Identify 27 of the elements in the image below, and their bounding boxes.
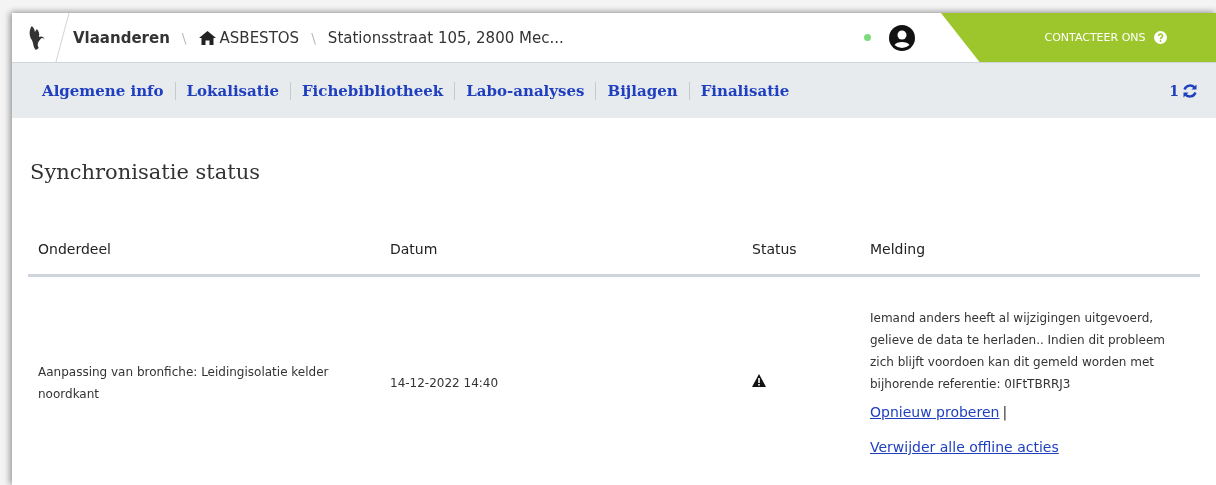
delete-offline-link[interactable]: Verwijder alle offline acties <box>870 439 1059 455</box>
column-header: Status <box>751 241 798 257</box>
table-cell-text: 14-12-2022 14:40 <box>389 375 500 392</box>
nav-tab[interactable]: Lokalisatie <box>174 81 290 100</box>
retry-link[interactable]: Opnieuw proberen <box>870 404 1000 420</box>
location-breadcrumb: Stationsstraat 105, 2800 Mec... <box>327 28 564 47</box>
nav-tab[interactable]: Bijlagen <box>595 81 689 100</box>
error-message: Iemand anders heeft al wijzigingen uitgevoerd, gelieve de data te herladen.. Indien dit probleem zich blijft voordoen kan dit gemeld worden met bijhorende referentie: 0IFtTBRRJ3 <box>870 310 1166 393</box>
table-cell-text: Aanpassing van bronfiche: Leidingisolatie kelder noordkant <box>37 364 330 403</box>
help-icon <box>1153 31 1167 44</box>
sync-button[interactable]: 1 <box>1163 81 1204 100</box>
brand-title[interactable]: Vlaanderen <box>73 28 170 47</box>
column-header: Datum <box>389 241 439 257</box>
column-header: Melding <box>869 241 927 257</box>
nav-tab[interactable]: Algemene info <box>42 81 175 100</box>
app-breadcrumb[interactable]: ASBESTOS <box>198 28 300 47</box>
nav-tab[interactable]: Fichebibliotheek <box>289 81 455 100</box>
user-avatar-icon[interactable] <box>889 24 915 51</box>
breadcrumb-separator: \ <box>311 29 316 46</box>
column-header: Onderdeel <box>37 241 112 257</box>
breadcrumb-separator: \ <box>181 29 187 46</box>
nav-tab[interactable]: Labo-analyses <box>454 81 596 100</box>
home-icon <box>198 30 216 45</box>
refresh-icon <box>1182 82 1198 99</box>
nav-tab[interactable]: Finalisatie <box>688 81 801 100</box>
page-title: Synchronisatie status <box>30 160 261 184</box>
link-separator: | <box>1002 404 1008 420</box>
